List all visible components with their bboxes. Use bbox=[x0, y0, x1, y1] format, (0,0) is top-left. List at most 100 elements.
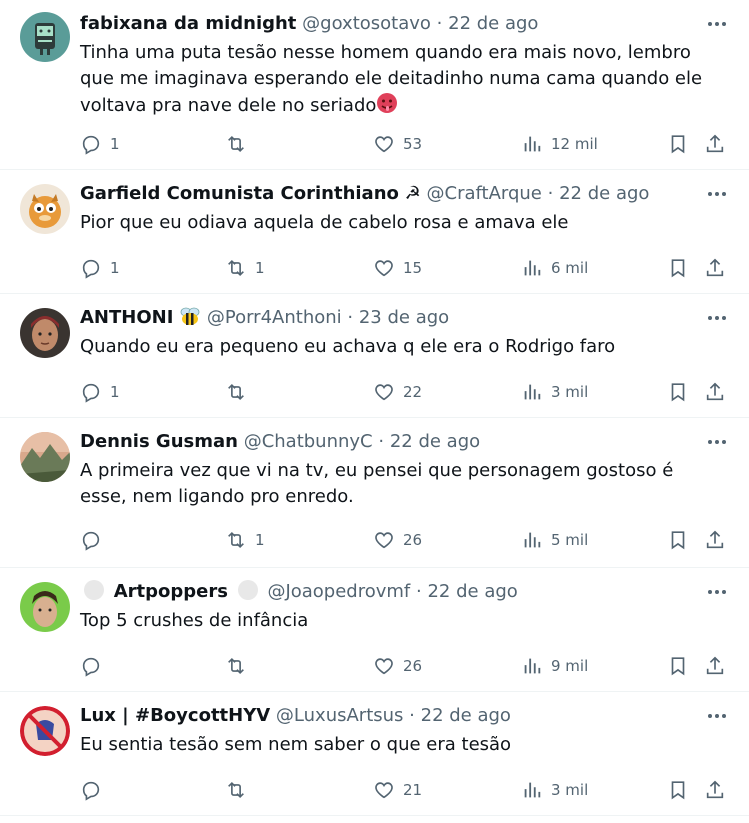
tweet[interactable]: Lux | #BoycottHYV @LuxusArtsus · 22 de a… bbox=[0, 692, 749, 816]
share-button[interactable] bbox=[704, 776, 726, 804]
views-button[interactable]: 3 mil bbox=[521, 378, 588, 406]
timestamp[interactable]: 22 de ago bbox=[421, 705, 511, 726]
reply-button[interactable]: 1 bbox=[80, 254, 120, 282]
like-button[interactable]: 15 bbox=[373, 254, 422, 282]
views-button[interactable]: 5 mil bbox=[521, 526, 588, 554]
retweet-button[interactable] bbox=[225, 652, 255, 680]
avatar[interactable] bbox=[20, 432, 70, 482]
like-count: 22 bbox=[403, 383, 423, 401]
like-button[interactable]: 53 bbox=[373, 130, 422, 158]
like-button[interactable]: 26 bbox=[373, 652, 422, 680]
handle[interactable]: @CraftArque bbox=[427, 183, 542, 204]
share-button[interactable] bbox=[704, 254, 726, 282]
more-icon[interactable] bbox=[705, 308, 729, 328]
more-icon[interactable] bbox=[705, 184, 729, 204]
reply-button[interactable] bbox=[80, 776, 110, 804]
views-button[interactable]: 9 mil bbox=[521, 652, 588, 680]
avatar[interactable] bbox=[20, 582, 70, 632]
timestamp[interactable]: 22 de ago bbox=[427, 581, 517, 602]
reply-button[interactable] bbox=[80, 526, 110, 554]
tweet-header: ANTHONI @Porr4Anthoni · 23 de ago bbox=[80, 306, 449, 333]
views-button[interactable]: 3 mil bbox=[521, 776, 588, 804]
share-button[interactable] bbox=[704, 130, 726, 158]
reply-button[interactable]: 1 bbox=[80, 130, 120, 158]
tweet[interactable]: ANTHONI @Porr4Anthoni · 23 de ago Quando… bbox=[0, 294, 749, 418]
timestamp[interactable]: 23 de ago bbox=[359, 307, 449, 328]
views-button[interactable]: 12 mil bbox=[521, 130, 598, 158]
tweet-text: Top 5 crushes de infância bbox=[80, 610, 309, 631]
handle[interactable]: @LuxusArtsus bbox=[276, 705, 404, 726]
tweet-actions: 1 22 3 mil bbox=[80, 378, 729, 406]
bookmark-button[interactable] bbox=[667, 652, 689, 680]
retweet-icon bbox=[228, 657, 244, 675]
share-button[interactable] bbox=[704, 652, 726, 680]
display-name[interactable]: Garfield Comunista Corinthiano bbox=[80, 183, 399, 204]
bookmark-button[interactable] bbox=[667, 378, 689, 406]
timestamp[interactable]: 22 de ago bbox=[448, 13, 538, 34]
like-button[interactable]: 22 bbox=[373, 378, 422, 406]
tweet[interactable]: Artpoppers @Joaopedrovmf · 22 de ago Top… bbox=[0, 568, 749, 692]
timestamp[interactable]: 22 de ago bbox=[390, 431, 480, 452]
retweet-button[interactable]: 1 bbox=[225, 526, 265, 554]
tweet[interactable]: Dennis Gusman @ChatbunnyC · 22 de ago A … bbox=[0, 418, 749, 568]
retweet-button[interactable] bbox=[225, 130, 255, 158]
bookmark-button[interactable] bbox=[667, 526, 689, 554]
handle[interactable]: @ChatbunnyC bbox=[244, 431, 373, 452]
retweet-icon bbox=[228, 135, 244, 153]
display-name[interactable]: Artpoppers bbox=[114, 581, 228, 602]
tweet-actions: 1 53 12 mil bbox=[80, 130, 729, 158]
share-button[interactable] bbox=[704, 526, 726, 554]
display-name[interactable]: ANTHONI bbox=[80, 307, 173, 328]
heart-icon bbox=[375, 782, 393, 799]
views-button[interactable]: 6 mil bbox=[521, 254, 588, 282]
retweet-button[interactable]: 1 bbox=[225, 254, 265, 282]
reply-button[interactable]: 1 bbox=[80, 378, 120, 406]
more-icon[interactable] bbox=[705, 432, 729, 452]
reply-count: 1 bbox=[110, 259, 120, 277]
tweet[interactable]: Garfield Comunista Corinthiano ☭ @CraftA… bbox=[0, 170, 749, 294]
retweet-button[interactable] bbox=[225, 776, 255, 804]
avatar-image bbox=[20, 12, 70, 62]
avatar[interactable] bbox=[20, 308, 70, 358]
handle[interactable]: @Porr4Anthoni bbox=[207, 307, 342, 328]
timestamp[interactable]: 22 de ago bbox=[559, 183, 649, 204]
tweet[interactable]: fabixana da midnight @goxtosotavo · 22 d… bbox=[0, 0, 749, 170]
bee-emoji bbox=[179, 306, 201, 333]
heart-icon bbox=[375, 384, 393, 401]
avatar-image bbox=[20, 706, 70, 756]
display-name[interactable]: Dennis Gusman bbox=[80, 431, 238, 452]
handle[interactable]: @goxtosotavo bbox=[302, 13, 431, 34]
like-button[interactable]: 26 bbox=[373, 526, 422, 554]
retweet-button[interactable] bbox=[225, 378, 255, 406]
avatar[interactable] bbox=[20, 184, 70, 234]
share-icon bbox=[706, 382, 724, 401]
bookmark-button[interactable] bbox=[667, 254, 689, 282]
bookmark-button[interactable] bbox=[667, 130, 689, 158]
separator: · bbox=[378, 431, 385, 452]
reply-icon bbox=[82, 259, 100, 279]
retweet-icon bbox=[228, 259, 244, 277]
avatar[interactable] bbox=[20, 12, 70, 62]
reply-icon bbox=[82, 383, 100, 403]
display-name[interactable]: Lux | #BoycottHYV bbox=[80, 705, 270, 726]
like-button[interactable]: 21 bbox=[373, 776, 422, 804]
views-icon bbox=[524, 532, 541, 548]
avatar[interactable] bbox=[20, 706, 70, 756]
bookmark-icon bbox=[671, 259, 685, 278]
more-icon[interactable] bbox=[705, 706, 729, 726]
more-icon[interactable] bbox=[705, 582, 729, 602]
tweet-header: Garfield Comunista Corinthiano ☭ @CraftA… bbox=[80, 182, 649, 206]
heart-icon bbox=[375, 136, 393, 153]
tweet-header: Artpoppers @Joaopedrovmf · 22 de ago bbox=[80, 580, 518, 604]
like-count: 26 bbox=[403, 531, 423, 549]
handle[interactable]: @Joaopedrovmf bbox=[267, 581, 410, 602]
display-name[interactable]: fabixana da midnight bbox=[80, 13, 296, 34]
share-button[interactable] bbox=[704, 378, 726, 406]
bookmark-button[interactable] bbox=[667, 776, 689, 804]
reply-button[interactable] bbox=[80, 652, 110, 680]
tweet-actions: 26 9 mil bbox=[80, 652, 729, 680]
view-count: 9 mil bbox=[551, 657, 589, 675]
tweet-text: Pior que eu odiava aquela de cabelo rosa… bbox=[80, 212, 569, 233]
more-icon[interactable] bbox=[705, 14, 729, 34]
separator: · bbox=[347, 307, 354, 328]
